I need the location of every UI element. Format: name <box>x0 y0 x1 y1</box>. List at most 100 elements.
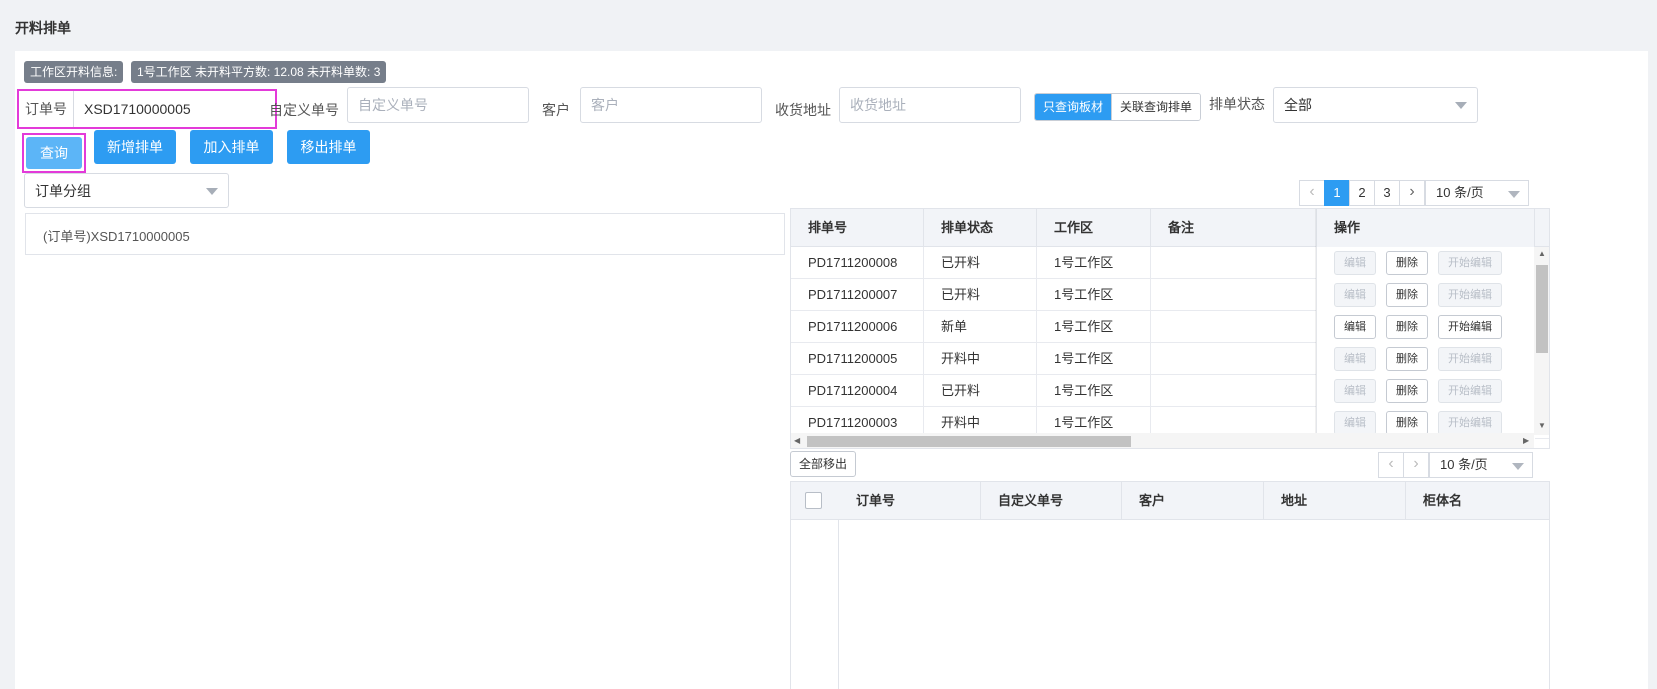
order-group-select[interactable]: 订单分组 <box>24 173 229 208</box>
remove-all-button[interactable]: 全部移出 <box>790 451 857 477</box>
col-header: 备注 <box>1151 209 1317 247</box>
query-button[interactable]: 查询 <box>26 137 82 169</box>
select-column <box>791 482 839 689</box>
order-pagination: ‹ › 10 条/页 <box>1378 452 1533 478</box>
edit-button[interactable]: 编辑 <box>1334 347 1376 371</box>
cell-status: 已开料 <box>924 247 1037 279</box>
order-group-select-value: 订单分组 <box>35 183 91 199</box>
cell-work-area: 1号工作区 <box>1037 311 1151 343</box>
start-edit-button[interactable]: 开始编辑 <box>1438 411 1502 435</box>
page-title: 开料排单 <box>15 20 71 36</box>
page-size-value: 10 条/页 <box>1440 457 1488 472</box>
vertical-scroll-thumb[interactable] <box>1536 265 1548 353</box>
col-header: 柜体名 <box>1423 493 1463 508</box>
cell-schedule-no: PD1711200004 <box>791 375 924 407</box>
page-size-select[interactable]: 10 条/页 <box>1429 452 1533 478</box>
cell-note <box>1151 247 1317 279</box>
col-header: 订单号 <box>839 482 981 520</box>
cell-status: 新单 <box>924 311 1037 343</box>
scroll-left-icon[interactable]: ◀ <box>794 436 800 445</box>
row-actions: 编辑 删除 开始编辑 <box>1317 247 1535 279</box>
page-1[interactable]: 1 <box>1324 180 1350 206</box>
edit-button[interactable]: 编辑 <box>1334 379 1376 403</box>
horizontal-scroll-thumb[interactable] <box>807 436 1131 447</box>
start-edit-button[interactable]: 开始编辑 <box>1438 315 1502 339</box>
customer-input[interactable] <box>580 87 762 123</box>
cell-note <box>1151 375 1317 407</box>
remove-schedule-button[interactable]: 移出排单 <box>287 130 370 164</box>
schedule-pagination: ‹ 1 2 3 › 10 条/页 <box>1299 180 1529 206</box>
prev-page-icon[interactable]: ‹ <box>1378 452 1404 478</box>
fixed-column-shadow <box>1315 209 1317 448</box>
edit-button[interactable]: 编辑 <box>1334 283 1376 307</box>
cell-note <box>1151 279 1317 311</box>
tree-item[interactable]: (订单号)XSD1710000005 <box>43 226 190 245</box>
scroll-down-icon[interactable]: ▼ <box>1538 421 1546 430</box>
order-table: 订单号 自定义单号 客户 地址 柜体名 <box>790 481 1550 689</box>
delete-button[interactable]: 删除 <box>1386 315 1428 339</box>
query-button-highlight: 查询 <box>22 133 86 173</box>
cell-work-area: 1号工作区 <box>1037 279 1151 311</box>
workarea-info-label: 工作区开料信息: <box>24 61 124 83</box>
start-edit-button[interactable]: 开始编辑 <box>1438 251 1502 275</box>
next-page-icon[interactable]: › <box>1403 452 1429 478</box>
vertical-scrollbar[interactable]: ▲ ▼ <box>1534 247 1549 435</box>
page-3[interactable]: 3 <box>1374 180 1400 206</box>
cell-note <box>1151 311 1317 343</box>
start-edit-button[interactable]: 开始编辑 <box>1438 379 1502 403</box>
page-2[interactable]: 2 <box>1349 180 1375 206</box>
select-all-checkbox[interactable] <box>805 492 822 509</box>
prev-page-icon[interactable]: ‹ <box>1299 180 1325 206</box>
chevron-down-icon <box>1508 191 1520 198</box>
page-size-select[interactable]: 10 条/页 <box>1425 180 1529 206</box>
delete-button[interactable]: 删除 <box>1386 411 1428 435</box>
table-row[interactable]: PD1711200004 已开料 1号工作区 编辑 删除 开始编辑 <box>791 375 1549 407</box>
order-no-label: 订单号 <box>19 91 74 127</box>
table-row[interactable]: PD1711200008 已开料 1号工作区 编辑 删除 开始编辑 <box>791 247 1549 279</box>
cell-schedule-no: PD1711200006 <box>791 311 924 343</box>
delete-button[interactable]: 删除 <box>1386 379 1428 403</box>
query-mode-linked[interactable]: 关联查询排单 <box>1111 94 1201 120</box>
select-column-header <box>791 482 839 520</box>
edit-button[interactable]: 编辑 <box>1334 411 1376 435</box>
status-label: 排单状态 <box>1209 96 1265 112</box>
col-header: 客户 <box>1122 482 1264 520</box>
cell-schedule-no: PD1711200005 <box>791 343 924 375</box>
edit-button[interactable]: 编辑 <box>1334 315 1376 339</box>
cell-status: 开料中 <box>924 343 1037 375</box>
delete-button[interactable]: 删除 <box>1386 251 1428 275</box>
scroll-up-icon[interactable]: ▲ <box>1538 249 1546 258</box>
order-tree: (订单号)XSD1710000005 <box>25 213 785 255</box>
start-edit-button[interactable]: 开始编辑 <box>1438 283 1502 307</box>
start-edit-button[interactable]: 开始编辑 <box>1438 347 1502 371</box>
col-header: 工作区 <box>1037 209 1151 247</box>
query-mode-board-only[interactable]: 只查询板材 <box>1035 94 1112 120</box>
next-page-icon[interactable]: › <box>1399 180 1425 206</box>
join-schedule-button[interactable]: 加入排单 <box>190 130 273 164</box>
table-row[interactable]: PD1711200005 开料中 1号工作区 编辑 删除 开始编辑 <box>791 343 1549 375</box>
delete-button[interactable]: 删除 <box>1386 347 1428 371</box>
cell-schedule-no: PD1711200007 <box>791 279 924 311</box>
col-header: 排单号 <box>791 209 924 247</box>
order-no-input[interactable] <box>74 91 275 127</box>
order-no-field: 订单号 <box>17 89 277 129</box>
scroll-right-icon[interactable]: ▶ <box>1523 436 1529 445</box>
schedule-table-header: 排单号 排单状态 工作区 备注 操作 <box>791 209 1549 247</box>
custom-no-input[interactable] <box>347 87 529 123</box>
table-row[interactable]: PD1711200007 已开料 1号工作区 编辑 删除 开始编辑 <box>791 279 1549 311</box>
delete-button[interactable]: 删除 <box>1386 283 1428 307</box>
row-actions: 编辑 删除 开始编辑 <box>1317 279 1535 311</box>
cell-note <box>1151 343 1317 375</box>
custom-no-label: 自定义单号 <box>269 102 339 118</box>
cell-schedule-no: PD1711200008 <box>791 247 924 279</box>
edit-button[interactable]: 编辑 <box>1334 251 1376 275</box>
status-select[interactable]: 全部 <box>1273 87 1478 123</box>
horizontal-scrollbar[interactable]: ◀ ▶ <box>791 433 1534 448</box>
address-input[interactable] <box>839 87 1021 123</box>
add-schedule-button[interactable]: 新增排单 <box>94 130 176 164</box>
table-row[interactable]: PD1711200006 新单 1号工作区 编辑 删除 开始编辑 <box>791 311 1549 343</box>
cell-work-area: 1号工作区 <box>1037 375 1151 407</box>
cell-status: 已开料 <box>924 279 1037 311</box>
customer-label: 客户 <box>542 102 570 118</box>
cell-work-area: 1号工作区 <box>1037 343 1151 375</box>
